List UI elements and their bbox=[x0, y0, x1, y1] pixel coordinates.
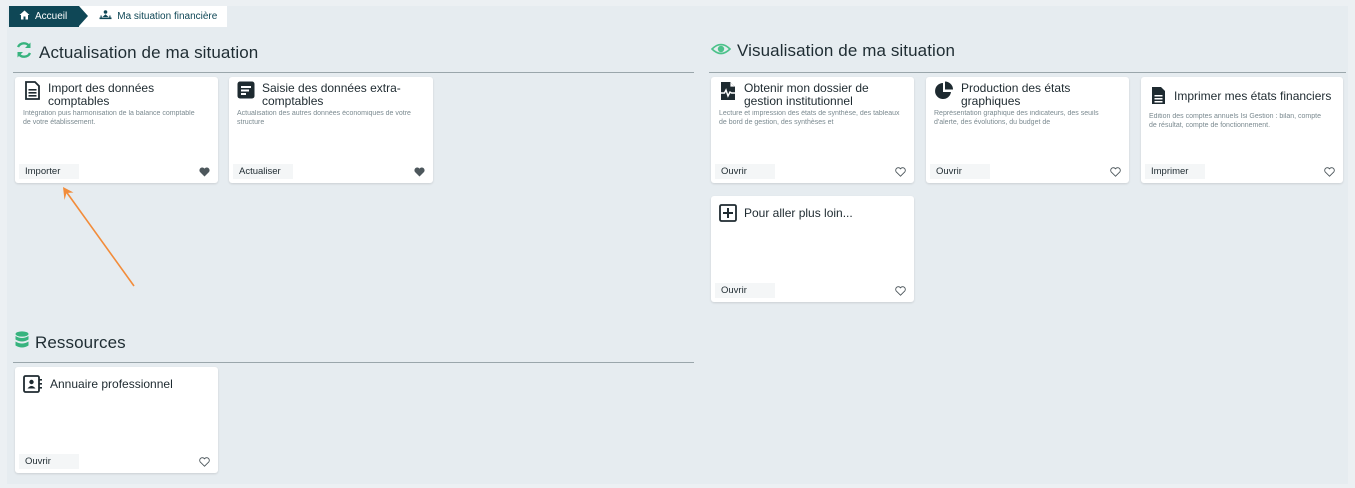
card-title: Annuaire professionnel bbox=[50, 377, 173, 391]
section-divider bbox=[709, 72, 1346, 73]
ouvrir-button[interactable]: Ouvrir bbox=[19, 454, 79, 469]
card-title: Production des états graphiques bbox=[961, 81, 1071, 108]
card-description: Intégration puis harmonisation de la bal… bbox=[23, 110, 195, 126]
annotation-arrow bbox=[63, 187, 135, 287]
favorite-heart-outline-icon[interactable] bbox=[1109, 166, 1121, 177]
card-production-graphiques: Production des états graphiques Représen… bbox=[926, 77, 1129, 183]
database-icon bbox=[15, 331, 29, 354]
refresh-icon bbox=[15, 41, 33, 64]
card-imprimer-etats: Imprimer mes états financiers Edition de… bbox=[1141, 77, 1343, 183]
favorite-heart-icon[interactable] bbox=[198, 166, 210, 177]
card-pour-aller-plus-loin: Pour aller plus loin... Ouvrir bbox=[711, 196, 914, 302]
breadcrumb: Accueil Ma situation financière bbox=[9, 6, 228, 27]
card-saisie: Saisie des données extra-comptables Actu… bbox=[229, 77, 433, 183]
document-lines-icon bbox=[1149, 86, 1167, 108]
document-icon bbox=[23, 81, 41, 103]
medical-file-icon bbox=[719, 81, 737, 103]
card-annuaire-professionnel: Annuaire professionnel Ouvrir bbox=[15, 367, 218, 473]
card-title: Import des données comptables bbox=[48, 81, 155, 108]
section-title: Actualisation de ma situation bbox=[39, 42, 259, 62]
finance-person-icon bbox=[99, 10, 112, 23]
card-title: Saisie des données extra-comptables bbox=[262, 81, 401, 108]
card-description: Actualisation des autres données économi… bbox=[237, 110, 411, 126]
contact-book-icon bbox=[23, 375, 43, 397]
ouvrir-button[interactable]: Ouvrir bbox=[715, 283, 775, 298]
card-title: Imprimer mes états financiers bbox=[1174, 89, 1332, 103]
card-description: Lecture et impression des états de synth… bbox=[719, 110, 900, 126]
breadcrumb-current[interactable]: Ma situation financière bbox=[79, 6, 228, 27]
plus-square-icon bbox=[719, 204, 737, 226]
favorite-heart-outline-icon[interactable] bbox=[894, 285, 906, 296]
section-visualisation-header: Visualisation de ma situation bbox=[710, 41, 956, 61]
form-icon bbox=[237, 81, 255, 103]
section-divider bbox=[13, 362, 694, 363]
section-title: Ressources bbox=[35, 332, 126, 352]
import-button[interactable]: Importer bbox=[19, 164, 79, 179]
section-divider bbox=[13, 72, 694, 73]
card-description: Représentation graphique des indicateurs… bbox=[934, 110, 1099, 126]
favorite-heart-outline-icon[interactable] bbox=[198, 456, 210, 467]
card-dossier-gestion: Obtenir mon dossier de gestion instituti… bbox=[711, 77, 914, 183]
favorite-heart-icon[interactable] bbox=[413, 166, 425, 177]
ouvrir-button[interactable]: Ouvrir bbox=[715, 164, 775, 179]
favorite-heart-outline-icon[interactable] bbox=[1323, 166, 1335, 177]
pie-chart-icon bbox=[934, 81, 954, 103]
card-import: Import des données comptables Intégratio… bbox=[15, 77, 218, 183]
section-actualisation-header: Actualisation de ma situation bbox=[15, 41, 258, 64]
ouvrir-button[interactable]: Ouvrir bbox=[930, 164, 990, 179]
home-icon bbox=[19, 10, 30, 23]
card-title: Obtenir mon dossier de gestion instituti… bbox=[744, 81, 869, 108]
favorite-heart-outline-icon[interactable] bbox=[894, 166, 906, 177]
breadcrumb-home[interactable]: Accueil bbox=[9, 6, 89, 27]
imprimer-button[interactable]: Imprimer bbox=[1145, 164, 1205, 179]
breadcrumb-home-label: Accueil bbox=[35, 11, 68, 22]
breadcrumb-current-label: Ma situation financière bbox=[117, 11, 218, 22]
actualiser-button[interactable]: Actualiser bbox=[233, 164, 293, 179]
section-title: Visualisation de ma situation bbox=[737, 41, 956, 60]
section-ressources-header: Ressources bbox=[15, 331, 126, 354]
card-description: Edition des comptes annuels Isi Gestion … bbox=[1149, 113, 1321, 129]
eye-icon bbox=[710, 42, 732, 61]
card-title: Pour aller plus loin... bbox=[744, 206, 853, 220]
